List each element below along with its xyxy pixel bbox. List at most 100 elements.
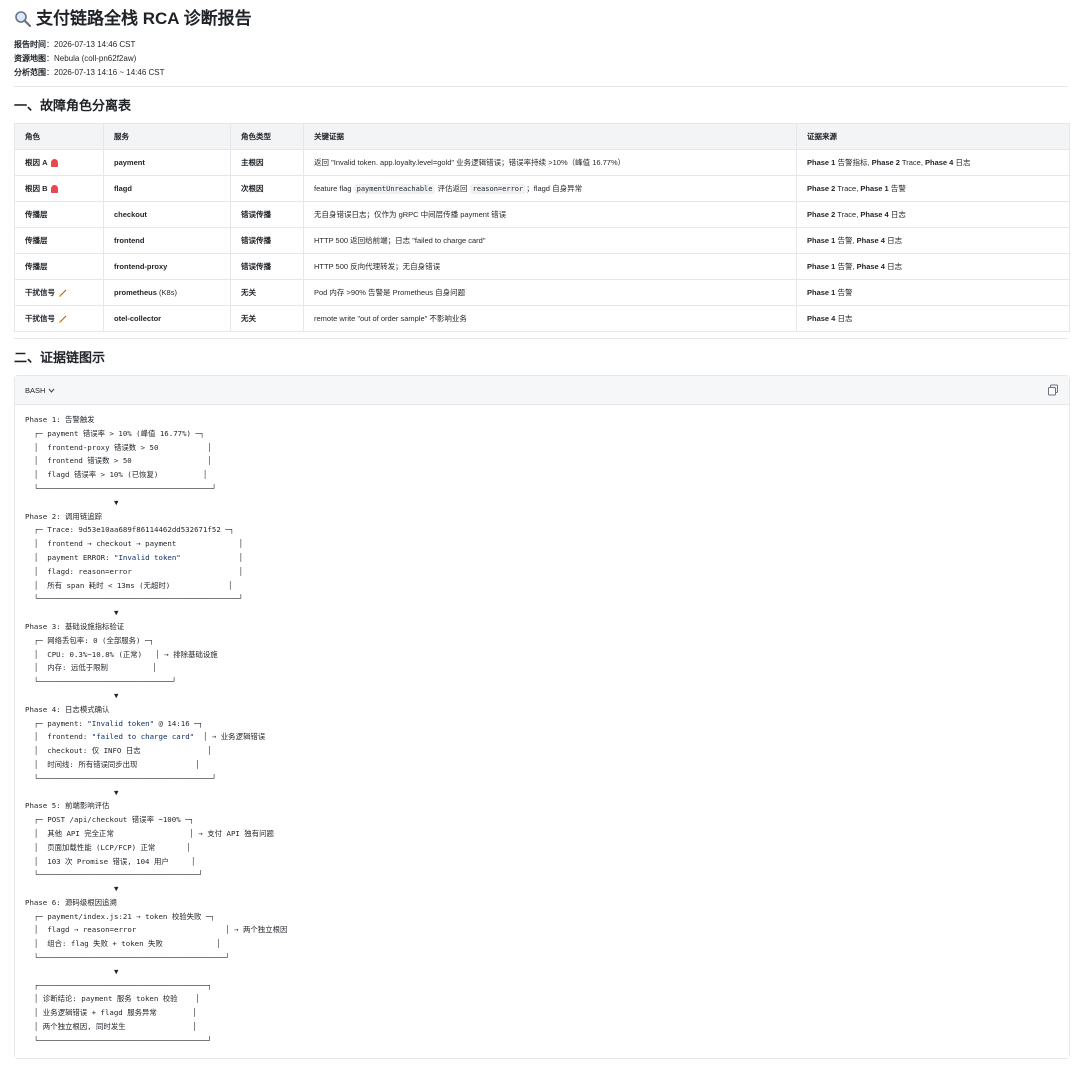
code-line: │ frontend: "failed to charge card" │ → … <box>25 730 1059 744</box>
code-text: │ payment ERROR: <box>25 552 114 562</box>
code-text: ▼ <box>25 497 119 507</box>
evidence-cell: feature flag paymentUnreachable 评估返回 rea… <box>303 175 797 202</box>
broom-icon <box>59 289 67 297</box>
meta-label: 报告时间 <box>14 40 46 49</box>
code-text: │ 103 次 Promise 错误, 104 用户 │ <box>25 856 196 866</box>
code-text: Phase 2: 调用链追踪 <box>25 511 102 521</box>
evidence-cell: Pod 内存 >90% 告警是 Prometheus 自身问题 <box>303 279 797 306</box>
inline-code: reason=error <box>469 184 527 194</box>
service-cell: flagd <box>103 175 231 202</box>
source-phase: Phase 1 <box>807 158 836 167</box>
role-cell: 干扰信号 <box>14 279 104 306</box>
service-cell: payment <box>103 149 231 176</box>
role-type-cell: 错误传播 <box>230 227 304 254</box>
code-text: │ 内存: 远低于限制 │ <box>25 663 157 673</box>
col-header: 角色类型 <box>230 123 304 150</box>
source-kind: 告警指标, <box>835 158 872 167</box>
code-line: ┌─ Trace: 9d53e10aa689f86114462dd532671f… <box>25 523 1059 537</box>
code-line: ▼ <box>25 965 1059 979</box>
code-text: ▼ <box>25 966 119 976</box>
code-text: │ flagd 错误率 > 10% (已恢复) │ <box>25 470 208 480</box>
code-line: │ 103 次 Promise 错误, 104 用户 │ <box>25 855 1059 869</box>
evidence-text: ；flagd 自身异常 <box>526 184 583 193</box>
role-label: 干扰信号 <box>25 314 55 323</box>
code-text: ┌─ payment: <box>25 718 88 728</box>
source-kind: 日志 <box>953 158 971 167</box>
col-header: 关键证据 <box>303 123 797 150</box>
source-phase: Phase 1 <box>860 184 889 193</box>
table-row: 干扰信号 otel-collector 无关 remote write "out of… <box>14 305 1070 332</box>
evidence-cell: 无自身错误日志；仅作为 gRPC 中间层传播 payment 错误 <box>303 201 797 228</box>
service-name: checkout <box>114 210 147 219</box>
code-line: Phase 4: 日志模式确认 <box>25 703 1059 717</box>
source-cell: Phase 4 日志 <box>796 305 1070 332</box>
code-line: Phase 3: 基础设施指标验证 <box>25 620 1059 634</box>
source-phase: Phase 4 <box>807 314 836 323</box>
report-title: 支付链路全栈 RCA 诊断报告 <box>36 9 252 28</box>
meta-value: 2026-07-13 14:16 ~ 14:46 CST <box>54 68 165 77</box>
code-text: │ flagd: reason=error │ <box>25 566 244 576</box>
code-line: │ frontend → checkout → payment │ <box>25 537 1059 551</box>
code-line: │ CPU: 0.3%~10.8% (正常) │ → 排除基础设施 <box>25 648 1059 662</box>
source-kind: Trace, <box>835 184 861 193</box>
service-name: prometheus <box>114 288 157 297</box>
code-text: Phase 3: 基础设施指标验证 <box>25 621 125 631</box>
code-line: ▼ <box>25 496 1059 510</box>
role-label: 根因 A <box>25 158 48 167</box>
code-line: └───────────────────────────────────────… <box>25 772 1059 786</box>
source-phase: Phase 4 <box>856 262 885 271</box>
source-phase: Phase 4 <box>860 210 889 219</box>
code-text: Phase 6: 源码级根因追溯 <box>25 897 117 907</box>
string-token: "Invalid token" <box>87 718 155 728</box>
language-selector[interactable]: BASH <box>25 386 55 395</box>
source-kind: 告警 <box>835 288 853 297</box>
source-kind: 日志 <box>888 210 906 219</box>
role-type-cell: 无关 <box>230 305 304 332</box>
table-row: 传播层 checkout 错误传播 无自身错误日志；仅作为 gRPC 中间层传播 pa… <box>14 201 1070 228</box>
code-line: │ 所有 span 耗时 < 13ms (无超时) │ <box>25 579 1059 593</box>
code-text: Phase 1: 告警触发 <box>25 415 95 424</box>
code-line: └──────────────────────────────┘ <box>25 675 1059 689</box>
source-cell: Phase 2 Trace, Phase 1 告警 <box>796 175 1070 202</box>
role-cell: 干扰信号 <box>14 305 104 332</box>
role-cell: 传播层 <box>14 201 104 228</box>
code-line: ┌──────────────────────────────────────┐ <box>25 979 1059 993</box>
evidence-cell: HTTP 500 反向代理转发；无自身错误 <box>303 253 797 280</box>
section-title: 一、故障角色分离表 <box>14 98 132 113</box>
code-line: │ 其他 API 完全正常 │ → 支付 API 独有问题 <box>25 827 1059 841</box>
meta-line: 资源地图：Nebula (coll-pn62f2aw) <box>14 54 137 63</box>
col-header: 证据来源 <box>796 123 1070 150</box>
source-cell: Phase 1 告警, Phase 4 日志 <box>796 227 1070 254</box>
evidence-cell: HTTP 500 返回给前端；日志 "failed to charge card… <box>303 227 797 254</box>
role-type-cell: 错误传播 <box>230 201 304 228</box>
code-text: ┌─ 网络丢包率: 0 (全部服务) ─┐ <box>25 635 154 645</box>
code-line: │ payment ERROR: "Invalid token" │ <box>25 551 1059 565</box>
source-kind: 日志 <box>884 262 903 271</box>
service-cell: otel-collector <box>103 305 231 332</box>
code-text: │ flagd → reason=error │ → 两个独立根因 <box>25 925 288 935</box>
code-block: BASH Phase 1: 告警触发 ┌─ payment 错误率 > 10% … <box>14 375 1070 1059</box>
string-token: "failed to charge card" <box>91 732 195 742</box>
role-label: 干扰信号 <box>25 288 55 297</box>
table-row: 根因 A payment 主根因 返回 "Invalid token. app.loy… <box>14 149 1070 176</box>
source-phase: Phase 2 <box>807 210 836 219</box>
code-line: │ frontend 错误数 > 50 │ <box>25 454 1059 468</box>
code-text: └───────────────────────────────────────… <box>25 594 244 604</box>
code-text: Phase 4: 日志模式确认 <box>25 704 110 714</box>
evidence-cell: 返回 "Invalid token. app.loyalty.level=gol… <box>303 149 797 176</box>
code-text: └───────────────────────────────────────… <box>25 953 230 963</box>
copy-icon[interactable] <box>1047 384 1059 396</box>
code-line: Phase 5: 前端影响评估 <box>25 799 1059 813</box>
service-name: flagd <box>114 184 132 193</box>
code-text: └──────────────────────────────┘ <box>25 677 177 687</box>
code-text: ▼ <box>25 884 119 894</box>
source-kind: 日志 <box>884 236 903 245</box>
role-cell: 传播层 <box>14 253 104 280</box>
code-text: ┌─ payment/index.js:21 → token 校验失败 ─┐ <box>25 911 215 921</box>
role-type-cell: 次根因 <box>230 175 304 202</box>
code-line: └───────────────────────────────────────… <box>25 482 1059 496</box>
code-text: @ 14:16 ─┐ <box>154 718 203 728</box>
evidence-cell: remote write "out of order sample" 不影响业务 <box>303 305 797 332</box>
source-kind: Trace, <box>899 158 925 167</box>
code-line: └──────────────────────────────────────┘ <box>25 1034 1059 1048</box>
